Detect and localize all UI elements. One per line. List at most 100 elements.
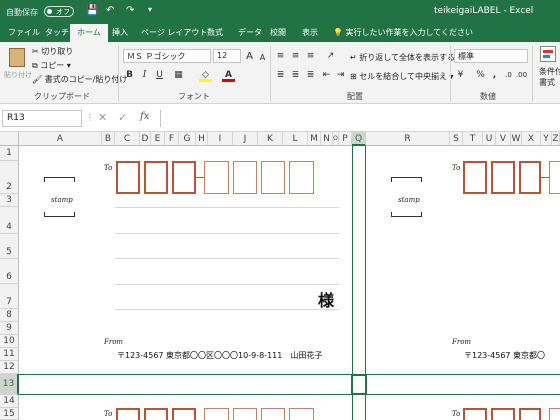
increase-indent-icon[interactable]: ⇥ [334, 69, 347, 82]
format-painter-button[interactable]: 🖌 書式のコピー/貼り付け [32, 74, 127, 85]
align-top-icon[interactable]: ≡ [274, 50, 287, 63]
row-header[interactable]: 9 [0, 322, 19, 335]
row-header[interactable]: 3 [0, 194, 19, 207]
column-header[interactable]: F [165, 132, 179, 146]
row-header[interactable]: 14 [0, 395, 19, 408]
save-icon[interactable]: 💾 [86, 5, 98, 16]
column-header[interactable]: C [115, 132, 140, 146]
autosave-toggle[interactable]: オフ [44, 6, 74, 17]
increase-decimal-icon[interactable]: .0 [502, 69, 515, 82]
tab-formulas[interactable]: 数式 [207, 27, 223, 38]
postal-digit-box[interactable] [491, 161, 515, 194]
postal-digit-box[interactable] [519, 161, 541, 194]
currency-icon[interactable]: ¥ [454, 69, 467, 82]
postal-digit-box[interactable] [204, 408, 229, 420]
decrease-indent-icon[interactable]: ⇤ [320, 69, 333, 82]
column-header[interactable]: W [511, 132, 522, 146]
align-left-icon[interactable]: ≣ [274, 69, 287, 82]
postal-digit-box[interactable] [549, 408, 560, 420]
undo-icon[interactable]: ↶ [106, 5, 114, 16]
insert-function-button[interactable]: fx [140, 111, 149, 122]
postal-digit-box[interactable] [116, 408, 140, 420]
percent-button[interactable]: % [474, 69, 487, 82]
paste-button[interactable]: 貼り付け [4, 48, 32, 84]
fill-color-icon[interactable]: ◇ [199, 69, 212, 82]
postal-digit-box[interactable] [233, 161, 257, 194]
column-header[interactable]: R [366, 132, 450, 146]
decrease-decimal-icon[interactable]: .00 [515, 69, 528, 82]
name-box[interactable]: R13 [2, 110, 82, 127]
column-header[interactable]: L [283, 132, 308, 146]
row-header[interactable]: 7 [0, 284, 19, 309]
postal-digit-box[interactable] [491, 408, 515, 420]
row-header[interactable]: 2 [0, 161, 19, 194]
number-format-select[interactable]: 標準 [454, 49, 528, 63]
column-header-selected[interactable]: Q [352, 132, 366, 146]
copy-button[interactable]: ⧉ コピー ▾ [32, 60, 71, 71]
font-shrink-button[interactable]: A [256, 51, 269, 64]
column-header[interactable]: U [483, 132, 496, 146]
column-header[interactable]: S [450, 132, 463, 146]
postal-digit-box[interactable] [204, 161, 229, 194]
postal-digit-box[interactable] [549, 161, 560, 194]
column-header[interactable]: T [463, 132, 483, 146]
conditional-formatting-button[interactable]: 条件付き 書式 [536, 46, 560, 90]
column-header[interactable]: X [522, 132, 541, 146]
row-header[interactable]: 8 [0, 309, 19, 322]
column-header[interactable]: E [151, 132, 165, 146]
column-header[interactable]: J [233, 132, 258, 146]
enter-icon[interactable]: ✓ [118, 111, 127, 124]
font-size-select[interactable]: 12 [213, 49, 241, 63]
column-header[interactable]: V [496, 132, 511, 146]
customize-toolbar-icon[interactable]: ▾ [148, 5, 152, 14]
column-header[interactable]: M [308, 132, 321, 146]
tab-insert[interactable]: 挿入 [112, 27, 128, 38]
column-header[interactable]: N [321, 132, 333, 146]
row-header[interactable]: 15 [0, 408, 19, 420]
worksheet-grid[interactable]: A B C D E F G H I J K L M N O P Q R S T … [0, 132, 560, 420]
column-header[interactable]: B [102, 132, 115, 146]
align-bottom-icon[interactable]: ≡ [304, 50, 317, 63]
postal-digit-box[interactable] [519, 408, 541, 420]
comma-button[interactable]: , [488, 69, 501, 82]
align-right-icon[interactable]: ≣ [304, 69, 317, 82]
postal-digit-box[interactable] [261, 408, 285, 420]
column-header[interactable]: Z [552, 132, 560, 146]
row-header[interactable]: 11 [0, 348, 19, 361]
postal-digit-box[interactable] [463, 408, 487, 420]
postal-digit-box[interactable] [289, 161, 314, 194]
cut-button[interactable]: ✂ 切り取り [32, 46, 73, 57]
column-header[interactable]: K [258, 132, 283, 146]
align-middle-icon[interactable]: ≡ [289, 50, 302, 63]
row-header-selected[interactable]: 13 [0, 374, 19, 395]
postal-digit-box[interactable] [289, 408, 314, 420]
column-header[interactable]: D [140, 132, 151, 146]
font-name-select[interactable]: ＭＳ Ｐゴシック [123, 49, 211, 63]
postal-digit-box[interactable] [172, 161, 196, 194]
row-header[interactable]: 4 [0, 207, 19, 234]
postal-digit-box[interactable] [172, 408, 196, 420]
orientation-icon[interactable]: ↗ [324, 50, 337, 63]
tab-file[interactable]: ファイル [8, 27, 40, 38]
cancel-icon[interactable]: ✕ [98, 111, 107, 124]
column-header[interactable]: H [196, 132, 208, 146]
merge-center-button[interactable]: ⊞ セルを結合して中央揃え ▾ [350, 71, 454, 82]
tab-home[interactable]: ホーム [70, 24, 108, 42]
postal-digit-box[interactable] [144, 408, 168, 420]
align-center-icon[interactable]: ≣ [289, 69, 302, 82]
column-header[interactable]: I [208, 132, 233, 146]
bold-button[interactable]: B [123, 69, 136, 82]
name-box-dropdown-icon[interactable]: ⋮ [86, 113, 94, 122]
column-header[interactable]: A [19, 132, 102, 146]
borders-icon[interactable]: ▦ [172, 69, 185, 82]
row-header[interactable]: 10 [0, 335, 19, 348]
tab-touch[interactable]: タッチ [45, 27, 69, 38]
underline-button[interactable]: U [153, 69, 166, 82]
row-header[interactable]: 5 [0, 234, 19, 259]
column-header[interactable]: G [179, 132, 196, 146]
redo-icon[interactable]: ↷ [126, 5, 134, 16]
tell-me-box[interactable]: 💡 実行したい作業を入力してください [333, 27, 473, 38]
formula-input[interactable] [160, 110, 560, 127]
row-header[interactable]: 1 [0, 146, 19, 161]
active-cell[interactable] [351, 374, 367, 395]
